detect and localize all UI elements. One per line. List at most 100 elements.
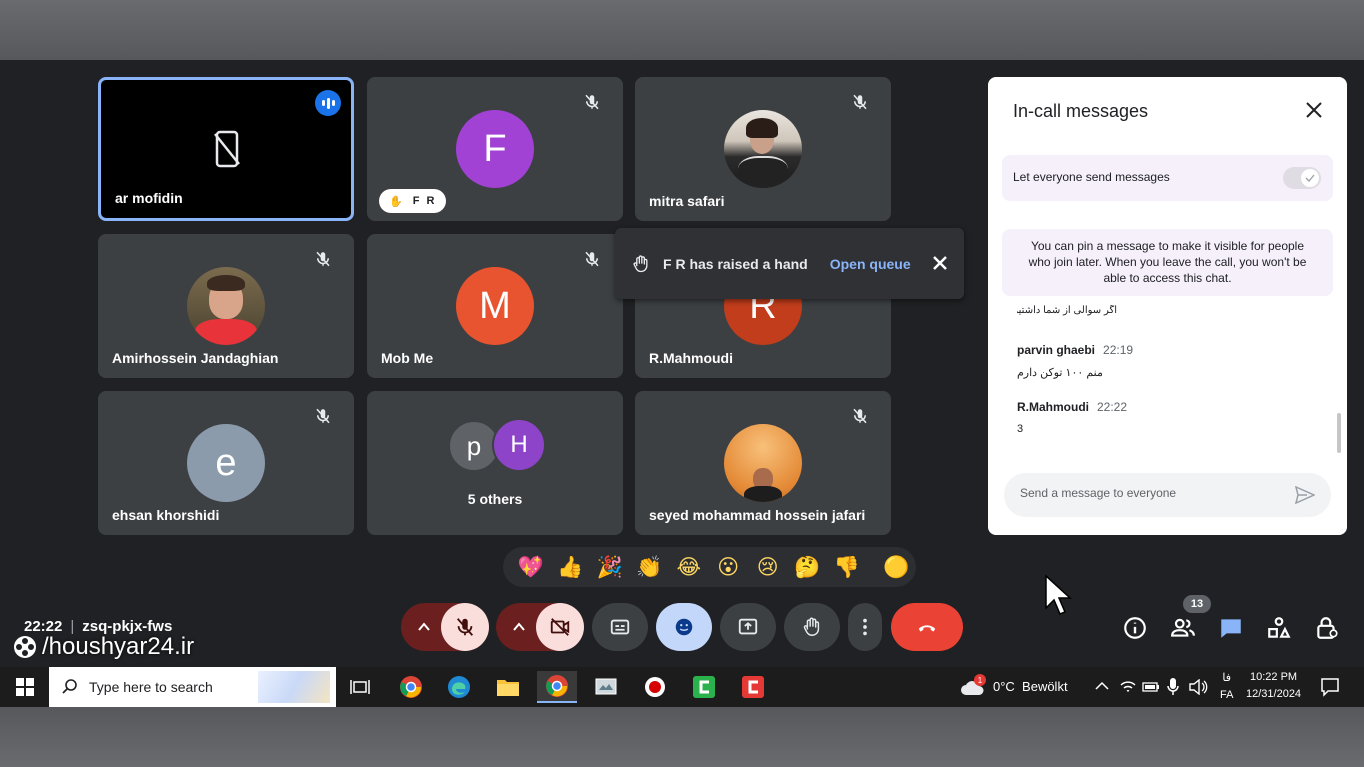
raise-hand-button[interactable] — [784, 603, 840, 651]
taskbar-clock[interactable]: 10:22 PM 12/31/2024 — [1246, 669, 1301, 703]
reaction-heart[interactable]: 💖 — [511, 555, 551, 580]
avatar: H — [492, 418, 546, 472]
watermark: /houshyar24.ir — [12, 633, 194, 661]
participant-tile[interactable]: Amirhossein Jandaghian — [98, 234, 354, 378]
windows-start-icon[interactable] — [16, 678, 34, 696]
pin-info-banner: You can pin a message to make it visible… — [1002, 229, 1333, 296]
reaction-clap[interactable]: 👏 — [630, 555, 670, 580]
message-input-placeholder: Send a message to everyone — [1020, 486, 1177, 500]
speaking-indicator-icon — [315, 90, 341, 116]
reaction-surprised[interactable]: 😮 — [709, 555, 749, 579]
setting-label: Let everyone send messages — [1013, 170, 1170, 184]
participant-tile[interactable]: ar mofidin — [98, 77, 354, 221]
send-icon[interactable] — [1295, 486, 1315, 504]
camtasia-red-icon — [742, 676, 764, 698]
mic-off-icon — [853, 408, 867, 424]
open-queue-link[interactable]: Open queue — [830, 256, 911, 272]
send-messages-toggle[interactable] — [1283, 167, 1321, 189]
reactions-button[interactable] — [656, 603, 712, 651]
end-call-icon — [918, 625, 936, 632]
message-input[interactable]: Send a message to everyone — [1004, 473, 1331, 517]
more-options-button[interactable] — [848, 603, 882, 651]
weather-text[interactable]: 0°C Bewölkt — [993, 679, 1068, 694]
reaction-thumbs-down[interactable]: 👎 — [827, 555, 867, 580]
screen-share-off-icon — [214, 130, 240, 168]
chrome-icon — [546, 675, 568, 697]
task-view-icon — [350, 680, 370, 694]
chrome-app[interactable] — [391, 671, 431, 703]
participant-name: Amirhossein Jandaghian — [112, 350, 279, 366]
reaction-skin-tone[interactable]: 🟡 — [877, 555, 917, 580]
camera-off-icon — [550, 618, 570, 636]
others-count: 5 others — [467, 491, 523, 507]
wifi-icon[interactable] — [1119, 679, 1137, 695]
avatar-photo — [724, 424, 802, 502]
chat-icon[interactable] — [1218, 615, 1244, 641]
close-icon[interactable] — [932, 255, 948, 271]
chevron-up-icon[interactable] — [417, 620, 431, 634]
chevron-up-icon[interactable] — [512, 620, 526, 634]
activities-icon[interactable] — [1266, 615, 1292, 641]
notifications-icon[interactable] — [1320, 677, 1340, 697]
camtasia-recorder-app[interactable] — [733, 671, 773, 703]
raised-hand-icon: ✋ — [389, 195, 405, 208]
close-icon[interactable] — [1305, 101, 1323, 119]
clock-time: 10:22 PM — [1249, 671, 1298, 683]
mic-off-icon — [316, 408, 330, 424]
recorder-app[interactable] — [635, 671, 675, 703]
input-language[interactable]: فا FA — [1220, 670, 1233, 704]
screen-tool-app[interactable] — [586, 671, 626, 703]
others-tile[interactable]: p H 5 others — [367, 391, 623, 535]
check-icon — [1305, 174, 1315, 182]
reaction-laugh[interactable]: 😂 — [669, 555, 709, 579]
reaction-sad[interactable]: 😢 — [748, 555, 788, 579]
more-vert-icon — [863, 618, 867, 636]
taskbar-search[interactable]: Type here to search — [49, 667, 336, 707]
message-text: 3 — [1017, 423, 1024, 435]
message-time: 22:22 — [1097, 400, 1128, 414]
participant-tile[interactable]: mitra safari — [635, 77, 891, 221]
chat-scrollbar[interactable] — [1337, 413, 1341, 453]
raised-hand-badge: ✋ F R — [379, 189, 447, 213]
battery-icon[interactable] — [1142, 681, 1160, 693]
camera-button[interactable] — [536, 603, 584, 651]
toggle-knob — [1301, 169, 1319, 187]
hand-icon — [803, 617, 820, 636]
microphone-tray-icon[interactable] — [1166, 677, 1180, 697]
present-screen-icon — [738, 618, 758, 635]
people-count-badge: 13 — [1183, 595, 1211, 613]
host-controls-icon[interactable] — [1314, 615, 1340, 641]
file-explorer-app[interactable] — [488, 671, 528, 703]
avatar-photo — [187, 267, 265, 345]
reactions-bar: 💖 👍 🎉 👏 😂 😮 😢 🤔 👎 🟡 — [503, 547, 916, 587]
reaction-thumbs-up[interactable]: 👍 — [551, 555, 591, 580]
let-everyone-send-setting: Let everyone send messages — [1002, 155, 1333, 201]
people-icon[interactable] — [1170, 615, 1196, 641]
participant-name: ar mofidin — [115, 190, 183, 206]
meeting-details-icon[interactable] — [1122, 615, 1148, 641]
participant-tile[interactable]: seyed mohammad hossein jafari — [635, 391, 891, 535]
participant-tile[interactable]: M Mob Me — [367, 234, 623, 378]
search-icon — [62, 679, 77, 694]
avatar: M — [456, 267, 534, 345]
chrome-icon — [400, 676, 422, 698]
reaction-thinking[interactable]: 🤔 — [788, 555, 828, 580]
raised-hand-icon — [633, 254, 648, 272]
leave-call-button[interactable] — [891, 603, 963, 651]
captions-icon — [610, 619, 630, 635]
participant-tile[interactable]: F ✋ F R — [367, 77, 623, 221]
avatar-photo — [724, 110, 802, 188]
captions-button[interactable] — [592, 603, 648, 651]
volume-icon[interactable] — [1188, 679, 1208, 695]
raised-hand-toast: F R has raised a hand Open queue — [615, 228, 964, 299]
camtasia-app[interactable] — [684, 671, 724, 703]
reaction-party[interactable]: 🎉 — [590, 555, 630, 580]
task-view-button[interactable] — [340, 671, 380, 703]
edge-app[interactable] — [439, 671, 479, 703]
chrome-app-active[interactable] — [537, 671, 577, 703]
chevron-up-icon[interactable] — [1095, 680, 1109, 692]
participant-tile[interactable]: e ehsan khorshidi — [98, 391, 354, 535]
participant-name: mitra safari — [649, 193, 725, 209]
microphone-button[interactable] — [441, 603, 489, 651]
present-button[interactable] — [720, 603, 776, 651]
